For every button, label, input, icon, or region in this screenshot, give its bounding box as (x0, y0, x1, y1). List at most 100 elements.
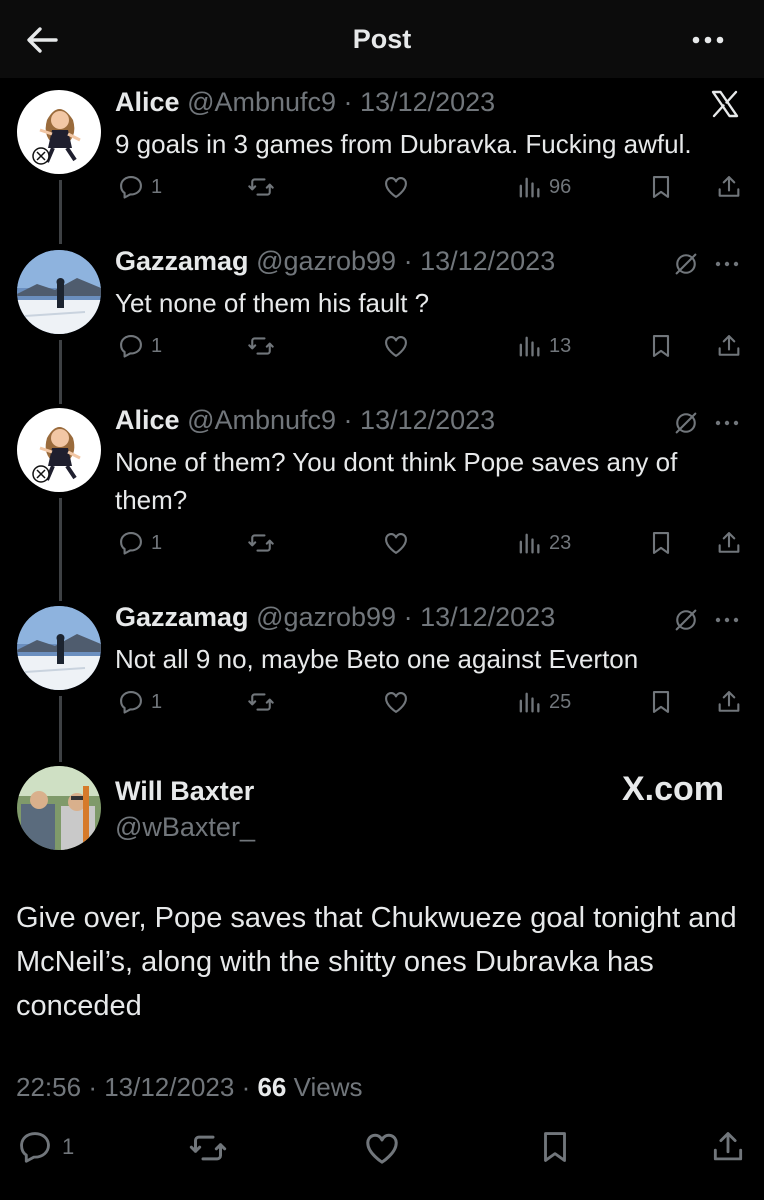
author-name[interactable]: Gazzamag (115, 602, 249, 632)
author-handle[interactable]: @wBaxter_ (115, 812, 255, 843)
share-icon (715, 332, 743, 360)
share-button[interactable] (715, 332, 743, 360)
avatar[interactable] (17, 90, 101, 174)
grok-icon[interactable] (672, 250, 700, 278)
bookmark-icon (536, 1128, 574, 1166)
bookmark-button[interactable] (647, 688, 675, 716)
bookmark-icon (647, 529, 675, 557)
author-name[interactable]: Gazzamag (115, 246, 249, 276)
post-header: Alice @Ambnufc9 · 13/12/2023 (115, 87, 496, 117)
avatar[interactable] (17, 408, 101, 492)
reply-icon (117, 529, 145, 557)
reply-count: 1 (151, 531, 163, 554)
like-button[interactable] (382, 332, 410, 360)
share-button[interactable] (709, 1128, 747, 1166)
author-handle[interactable]: @gazrob99 (256, 602, 396, 632)
post-actions: 1 96 (115, 173, 745, 205)
author-handle[interactable]: @gazrob99 (256, 246, 396, 276)
share-icon (715, 688, 743, 716)
more-horizontal-icon[interactable] (714, 418, 740, 428)
author-name[interactable]: Alice (115, 405, 180, 435)
bookmark-button[interactable] (647, 332, 675, 360)
view-count: 66 (257, 1072, 287, 1102)
bookmark-button[interactable] (647, 173, 675, 201)
reply-button[interactable]: 1 (117, 173, 162, 201)
view-count: 25 (549, 690, 572, 713)
post-corner-icons (672, 250, 740, 278)
repost-button[interactable] (247, 529, 275, 557)
top-bar: Post (0, 0, 764, 78)
reply-button[interactable]: 1 (117, 332, 162, 360)
repost-button[interactable] (188, 1128, 228, 1168)
share-icon (709, 1128, 747, 1166)
post-actions: 1 13 (115, 332, 745, 364)
repost-button[interactable] (247, 688, 275, 716)
repost-button[interactable] (247, 332, 275, 360)
main-post-text: Give over, Pope saves that Chukwueze goa… (16, 902, 737, 1022)
repost-icon (188, 1128, 228, 1168)
reply-icon (117, 332, 145, 360)
share-button[interactable] (715, 529, 743, 557)
views-button[interactable]: 23 (515, 529, 571, 557)
reply-count: 1 (151, 334, 163, 357)
repost-icon (247, 529, 275, 557)
post-date[interactable]: 13/12/2023 (360, 405, 495, 435)
author-name[interactable]: Alice (115, 87, 180, 117)
thread-post[interactable]: Gazzamag @gazrob99 · 13/12/2023 Not all … (0, 602, 764, 722)
views-button[interactable]: 96 (515, 173, 571, 201)
more-horizontal-icon[interactable] (714, 259, 740, 269)
author-handle[interactable]: @Ambnufc9 (187, 405, 336, 435)
post-date[interactable]: 13/12/2023 (420, 602, 555, 632)
views-icon (515, 688, 543, 716)
post-header: Gazzamag @gazrob99 · 13/12/2023 (115, 246, 556, 276)
post-actions: 1 25 (115, 688, 745, 720)
post-corner-icons (672, 606, 740, 634)
heart-icon (382, 688, 410, 716)
reply-icon (117, 688, 145, 716)
post-text: Yet none of them his fault ? (115, 288, 430, 318)
bookmark-icon (647, 332, 675, 360)
reply-button[interactable]: 1 (117, 529, 162, 557)
share-icon (715, 529, 743, 557)
reply-button[interactable]: 1 (117, 688, 162, 716)
author-name[interactable]: Will Baxter (115, 776, 254, 807)
avatar[interactable] (17, 606, 101, 690)
bookmark-icon (647, 173, 675, 201)
reply-button[interactable]: 1 (16, 1128, 74, 1166)
x-logo-icon (710, 89, 740, 119)
post-date[interactable]: 13/12/2023 (420, 246, 555, 276)
share-icon (715, 173, 743, 201)
thread-post[interactable]: Alice @Ambnufc9 · 13/12/2023 9 goals in … (0, 87, 764, 207)
avatar[interactable] (17, 766, 101, 850)
more-horizontal-icon[interactable] (714, 615, 740, 625)
post-time[interactable]: 22:56 (16, 1072, 81, 1102)
post-text: Not all 9 no, maybe Beto one against Eve… (115, 644, 639, 674)
x-com-brand: X.com (622, 770, 725, 808)
share-button[interactable] (715, 173, 743, 201)
post-header: Alice @Ambnufc9 · 13/12/2023 (115, 405, 496, 435)
share-button[interactable] (715, 688, 743, 716)
repost-button[interactable] (247, 173, 275, 201)
thread-post[interactable]: Alice @Ambnufc9 · 13/12/2023 None of the… (0, 405, 764, 565)
more-horizontal-icon[interactable] (684, 26, 732, 54)
bookmark-button[interactable] (536, 1128, 574, 1166)
views-icon (515, 173, 543, 201)
grok-icon[interactable] (672, 606, 700, 634)
like-button[interactable] (382, 688, 410, 716)
bookmark-button[interactable] (647, 529, 675, 557)
main-post-actions: 1 (0, 1128, 764, 1172)
like-button[interactable] (382, 529, 410, 557)
author-handle[interactable]: @Ambnufc9 (187, 87, 336, 117)
avatar[interactable] (17, 250, 101, 334)
like-button[interactable] (382, 173, 410, 201)
post-date[interactable]: 13/12/2023 (104, 1072, 234, 1102)
like-button[interactable] (362, 1128, 402, 1168)
thread-post[interactable]: Gazzamag @gazrob99 · 13/12/2023 Yet none… (0, 246, 764, 366)
post-date[interactable]: 13/12/2023 (360, 87, 495, 117)
grok-icon[interactable] (672, 409, 700, 437)
views-button[interactable]: 13 (515, 332, 571, 360)
post-corner-icons (672, 409, 740, 437)
views-button[interactable]: 25 (515, 688, 571, 716)
page-title: Post (352, 24, 412, 54)
views-icon (515, 332, 543, 360)
